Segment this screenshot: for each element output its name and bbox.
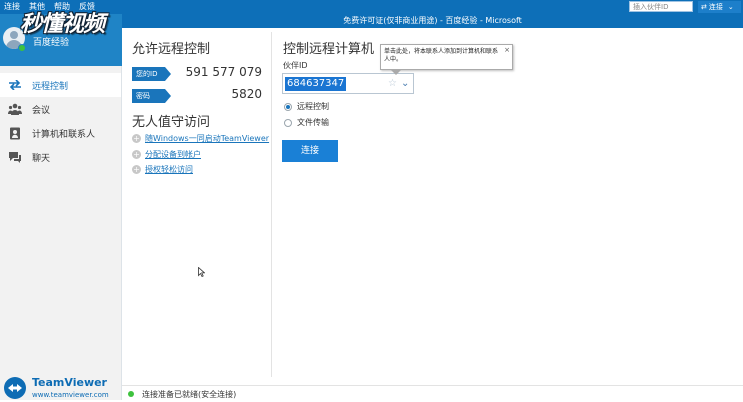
status-bar: 连接准备已就绪(安全连接) xyxy=(122,385,743,401)
star-icon[interactable]: ☆ xyxy=(388,77,397,91)
sidebar-item-meeting[interactable]: 会议 xyxy=(0,97,121,121)
radio-unselected[interactable] xyxy=(284,118,292,127)
sidebar-item-remote-control[interactable]: 远程控制 xyxy=(0,73,121,97)
people-icon xyxy=(7,102,23,116)
status-dot xyxy=(128,391,134,397)
your-id-label: 您的ID xyxy=(132,67,165,81)
quick-partner-id-input[interactable]: 插入伙伴ID xyxy=(629,1,693,12)
partner-id-value[interactable]: 684637347 xyxy=(285,77,347,91)
control-remote-title: 控制远程计算机 xyxy=(283,42,375,57)
chevron-down-icon[interactable]: ⌄ xyxy=(728,1,734,13)
close-icon[interactable]: × xyxy=(504,46,510,54)
arrows-icon: ⇄ xyxy=(701,3,707,11)
window-title: 免费许可证(仅非商业用途) - 百度经验 - Microsoft xyxy=(122,14,743,28)
quick-connect-label: 连接 xyxy=(708,3,723,11)
online-status-dot xyxy=(18,44,26,52)
add-contact-tooltip: 单击此处，将本联系人添加到计算机和联系人中。 × xyxy=(380,44,513,75)
link-start-with-windows[interactable]: + 随Windows一同启动TeamViewer xyxy=(132,132,269,144)
sidebar-item-label: 聊天 xyxy=(32,153,51,164)
unattended-access-title: 无人值守访问 xyxy=(132,115,211,130)
brand-name: TeamViewer xyxy=(32,376,107,389)
link-easy-access[interactable]: + 授权轻松访问 xyxy=(132,163,193,175)
arrows-icon xyxy=(7,78,23,92)
your-id-row: 您的ID 591 577 079 xyxy=(132,65,262,81)
watermark-text: 秒懂视频 xyxy=(20,11,105,37)
option-file-transfer[interactable]: 文件传输 xyxy=(284,117,329,128)
plus-icon: + xyxy=(132,164,141,174)
password-row: 密码 5820 xyxy=(132,87,262,103)
plus-icon: + xyxy=(132,149,141,159)
mouse-cursor-icon xyxy=(198,266,206,280)
watermark-logo: 秒懂视频 xyxy=(20,6,138,37)
panel-divider xyxy=(271,32,272,377)
quick-connect-button[interactable]: ⇄ 连接 ⌄ xyxy=(698,1,741,13)
sidebar-item-label: 会议 xyxy=(32,105,51,116)
tooltip-text: 单击此处，将本联系人添加到计算机和联系人中。 xyxy=(384,48,499,63)
partner-id-label: 伙伴ID xyxy=(283,61,308,70)
password-label: 密码 xyxy=(132,89,165,103)
link-assign-device[interactable]: + 分配设备到帐户 xyxy=(132,148,201,160)
teamviewer-brand[interactable]: TeamViewer www.teamviewer.com xyxy=(4,376,120,400)
plus-icon: + xyxy=(132,133,141,143)
contacts-icon xyxy=(7,126,23,140)
teamviewer-logo-icon xyxy=(4,377,26,399)
sidebar-item-contacts[interactable]: 计算机和联系人 xyxy=(0,121,121,145)
radio-selected[interactable] xyxy=(284,102,292,111)
brand-url[interactable]: www.teamviewer.com xyxy=(32,391,109,399)
connect-button[interactable]: 连接 xyxy=(282,140,338,162)
chevron-down-icon[interactable]: ⌄ xyxy=(401,77,409,91)
allow-remote-title: 允许远程控制 xyxy=(132,42,211,57)
sidebar: 百度经验 远程控制 会议 计算机和联系人 聊天 TeamViewer www.t… xyxy=(0,14,122,400)
menu-connect[interactable]: 连接 xyxy=(4,0,20,14)
sidebar-item-label: 远程控制 xyxy=(32,81,69,92)
password-value[interactable]: 5820 xyxy=(231,87,262,101)
sidebar-item-label: 计算机和联系人 xyxy=(32,129,96,140)
partner-id-input[interactable]: 684637347 ☆ ⌄ xyxy=(282,73,414,94)
sidebar-item-chat[interactable]: 聊天 xyxy=(0,145,121,169)
chat-icon xyxy=(7,150,23,164)
status-text: 连接准备已就绪(安全连接) xyxy=(142,390,237,399)
option-remote-control[interactable]: 远程控制 xyxy=(284,101,329,112)
your-id-value: 591 577 079 xyxy=(185,65,262,79)
